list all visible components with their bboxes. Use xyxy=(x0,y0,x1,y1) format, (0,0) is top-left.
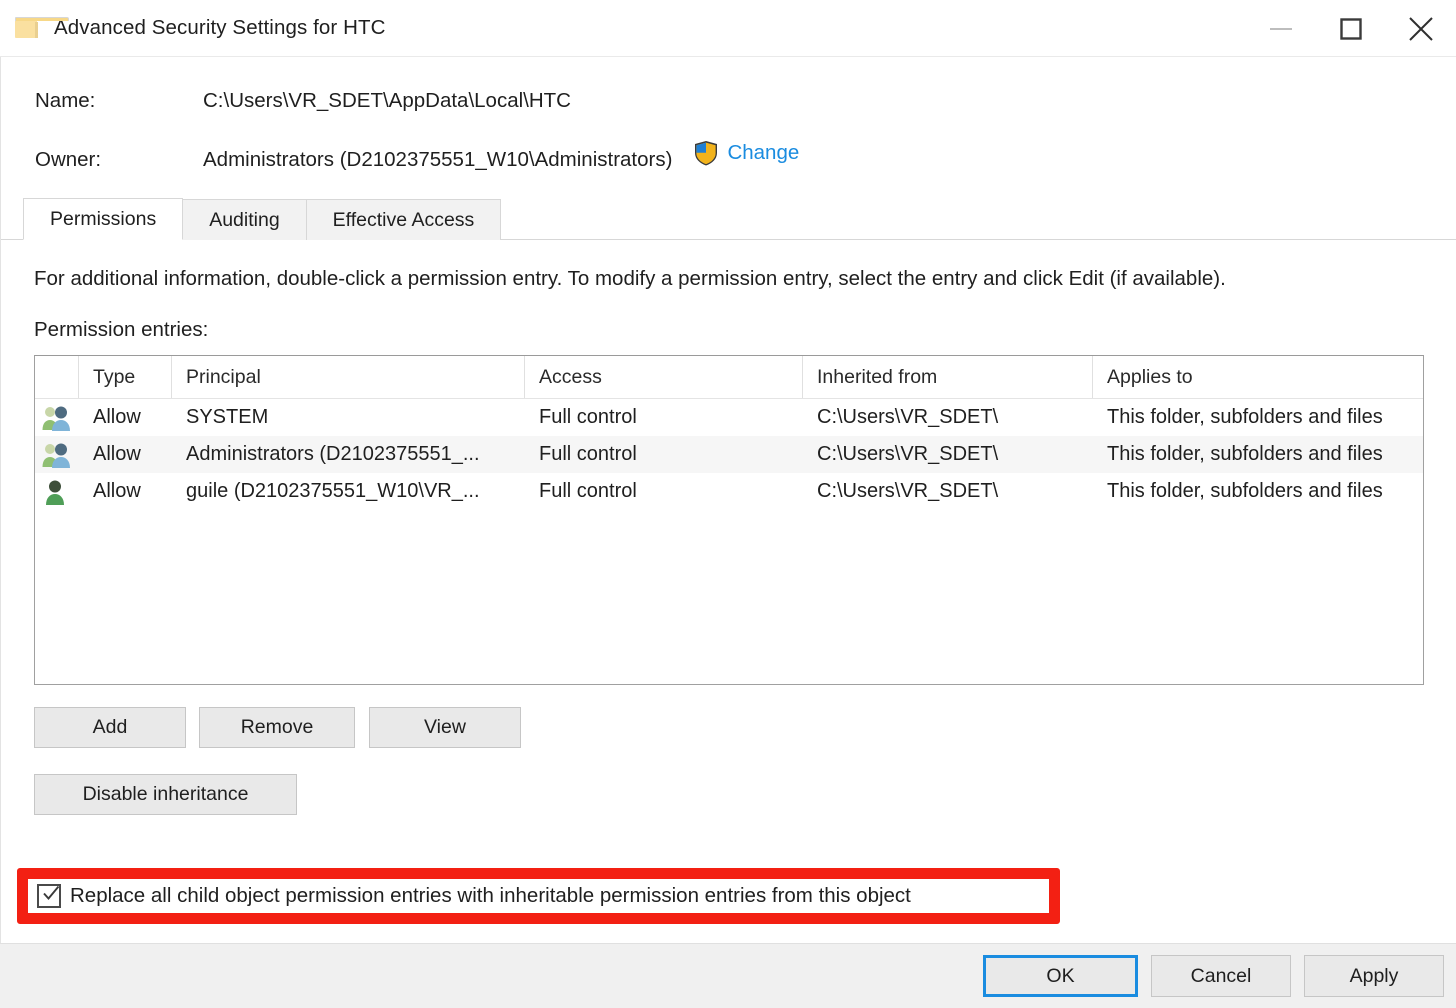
summary-fields: Name: C:\Users\VR_SDET\AppData\Local\HTC… xyxy=(1,57,1456,172)
name-label: Name: xyxy=(35,89,96,112)
replace-child-permissions-label: Replace all child object permission entr… xyxy=(70,884,911,907)
inheritance-buttons: Disable inheritance xyxy=(34,774,1456,815)
folder-icon xyxy=(15,17,69,39)
cell-applies-to: This folder, subfolders and files xyxy=(1107,406,1383,428)
cell-type: Allow xyxy=(93,480,141,502)
ok-button[interactable]: OK xyxy=(983,955,1138,997)
table-row[interactable]: Allow SYSTEM Full control C:\Users\VR_SD… xyxy=(35,399,1423,436)
group-icon-glyph xyxy=(42,443,70,468)
title-bar: Advanced Security Settings for HTC xyxy=(0,0,1456,57)
column-header-type[interactable]: Type xyxy=(79,356,172,398)
replace-child-permissions-checkbox[interactable] xyxy=(37,884,61,908)
cell-inherited-from: C:\Users\VR_SDET\ xyxy=(817,443,999,465)
permission-entries-table[interactable]: Type Principal Access Inherited from App… xyxy=(34,355,1424,685)
view-button[interactable]: View xyxy=(369,707,521,748)
disable-inheritance-button[interactable]: Disable inheritance xyxy=(34,774,297,815)
checkmark-icon xyxy=(43,885,60,900)
name-row: Name: C:\Users\VR_SDET\AppData\Local\HTC xyxy=(35,89,1456,113)
cell-principal: SYSTEM xyxy=(186,406,269,428)
replace-child-permissions-row[interactable]: Replace all child object permission entr… xyxy=(37,882,911,910)
cell-principal: Administrators (D2102375551_... xyxy=(186,443,480,465)
tab-strip: Permissions Auditing Effective Access xyxy=(1,198,1456,240)
column-header-principal[interactable]: Principal xyxy=(172,356,525,398)
tab-permissions[interactable]: Permissions xyxy=(23,198,184,240)
column-header-access[interactable]: Access xyxy=(525,356,803,398)
owner-value: Administrators (D2102375551_W10\Administ… xyxy=(203,148,673,171)
column-header-inherited-from[interactable]: Inherited from xyxy=(803,356,1093,398)
group-icon xyxy=(35,399,79,436)
window-controls xyxy=(1246,0,1456,57)
add-button[interactable]: Add xyxy=(34,707,186,748)
table-row[interactable]: Allow guile (D2102375551_W10\VR_... Full… xyxy=(35,473,1423,510)
dialog-footer: OK Cancel Apply xyxy=(0,943,1456,1008)
group-icon-glyph xyxy=(42,406,70,431)
cell-inherited-from: C:\Users\VR_SDET\ xyxy=(817,406,999,428)
owner-change-group[interactable]: Change xyxy=(694,140,799,166)
owner-row: Owner: Administrators (D2102375551_W10\A… xyxy=(35,140,1456,172)
user-icon-glyph xyxy=(46,480,64,505)
tab-auditing[interactable]: Auditing xyxy=(182,199,307,240)
minimize-icon xyxy=(1270,27,1292,30)
user-icon xyxy=(35,473,79,510)
table-row[interactable]: Allow Administrators (D2102375551_... Fu… xyxy=(35,436,1423,473)
cell-type: Allow xyxy=(93,443,141,465)
uac-shield-icon xyxy=(694,140,718,166)
instruction-text: For additional information, double-click… xyxy=(34,267,1226,290)
cell-access: Full control xyxy=(539,480,637,502)
dialog-content: Name: C:\Users\VR_SDET\AppData\Local\HTC… xyxy=(0,57,1456,943)
tab-effective-access[interactable]: Effective Access xyxy=(305,199,502,240)
cell-applies-to: This folder, subfolders and files xyxy=(1107,480,1383,502)
minimize-button[interactable] xyxy=(1246,0,1316,57)
entry-action-buttons: Add Remove View xyxy=(34,707,1456,748)
owner-label: Owner: xyxy=(35,148,102,171)
change-owner-link[interactable]: Change xyxy=(727,141,799,165)
permission-entries-label: Permission entries: xyxy=(34,318,209,341)
cell-access: Full control xyxy=(539,443,637,465)
column-header-applies-to[interactable]: Applies to xyxy=(1093,356,1423,398)
name-value: C:\Users\VR_SDET\AppData\Local\HTC xyxy=(203,89,571,112)
apply-button[interactable]: Apply xyxy=(1304,955,1444,997)
maximize-icon xyxy=(1340,17,1362,40)
window-title: Advanced Security Settings for HTC xyxy=(54,16,386,39)
cell-type: Allow xyxy=(93,406,141,428)
remove-button[interactable]: Remove xyxy=(199,707,355,748)
group-icon xyxy=(35,436,79,473)
table-header-row: Type Principal Access Inherited from App… xyxy=(35,356,1423,399)
maximize-button[interactable] xyxy=(1316,0,1386,57)
cell-principal: guile (D2102375551_W10\VR_... xyxy=(186,480,480,502)
column-header-icon[interactable] xyxy=(35,356,79,398)
cell-access: Full control xyxy=(539,406,637,428)
cell-applies-to: This folder, subfolders and files xyxy=(1107,443,1383,465)
close-icon xyxy=(1409,16,1433,41)
cancel-button[interactable]: Cancel xyxy=(1151,955,1291,997)
cell-inherited-from: C:\Users\VR_SDET\ xyxy=(817,480,999,502)
close-button[interactable] xyxy=(1386,0,1456,57)
